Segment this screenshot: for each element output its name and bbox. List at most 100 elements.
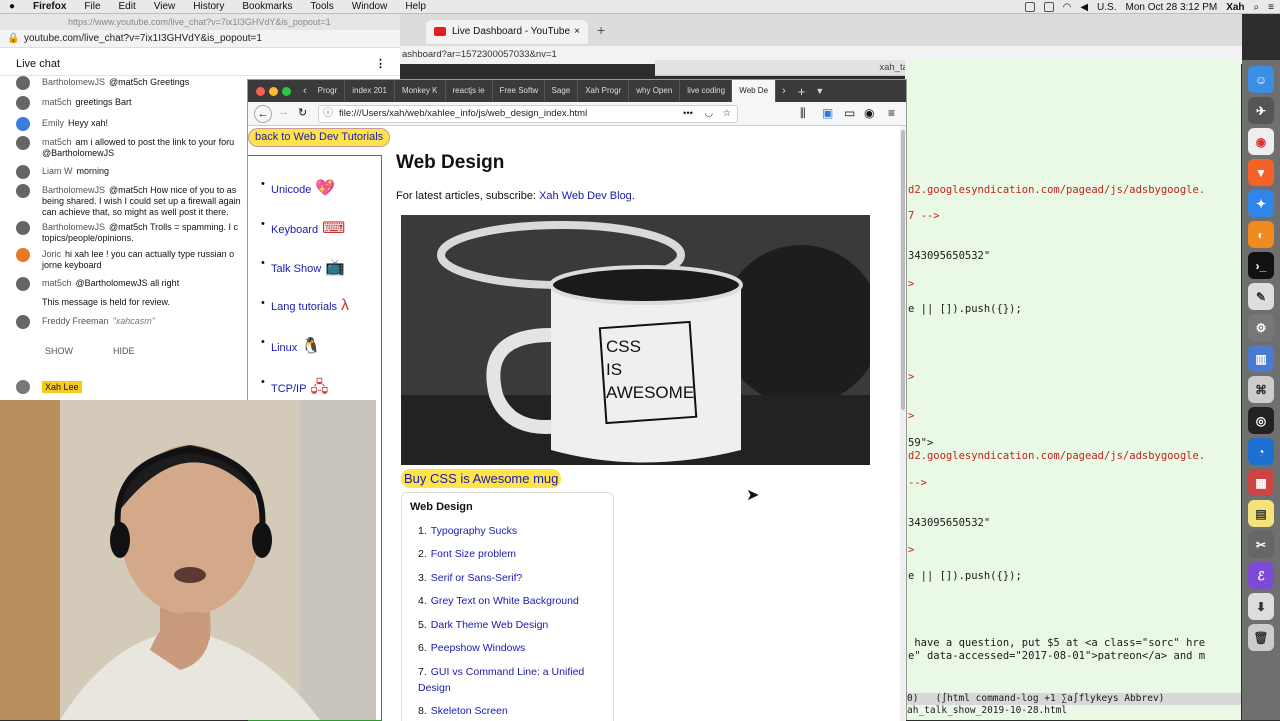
safari-icon[interactable]: ✦ bbox=[1248, 190, 1274, 217]
chat-author[interactable]: BartholomewJS bbox=[42, 185, 105, 195]
menu-view[interactable]: View bbox=[145, 1, 185, 12]
browser-tab[interactable]: live coding bbox=[680, 80, 733, 102]
chat-author[interactable]: mat5ch bbox=[42, 137, 72, 147]
apple-menu-icon[interactable]: ● bbox=[0, 1, 24, 12]
scrollbar-thumb[interactable] bbox=[901, 130, 905, 410]
toc-item[interactable]: 2. Font Size problem bbox=[418, 546, 598, 562]
textedit-icon[interactable]: ✎ bbox=[1248, 283, 1274, 310]
brave-icon[interactable]: ▼ bbox=[1248, 159, 1274, 186]
info-icon[interactable]: ⓘ bbox=[323, 106, 333, 122]
system-preferences-icon[interactable]: ⚙ bbox=[1248, 314, 1274, 341]
nav-item[interactable]: Unicode💖 bbox=[261, 178, 335, 198]
hide-button[interactable]: HIDE bbox=[108, 342, 140, 360]
menu-tools[interactable]: Tools bbox=[301, 1, 342, 12]
account-icon[interactable]: ◉ bbox=[864, 106, 874, 120]
menu-bookmarks[interactable]: Bookmarks bbox=[233, 1, 301, 12]
toc-item[interactable]: 1. Typography Sucks bbox=[418, 523, 598, 539]
terminal-icon[interactable]: ›_ bbox=[1248, 252, 1274, 279]
new-tab-icon[interactable]: + bbox=[792, 84, 812, 99]
browser-tab[interactable]: Progr bbox=[311, 80, 346, 102]
browser-tab[interactable]: Xah Progr bbox=[578, 80, 630, 102]
toc-item[interactable]: 7. GUI vs Command Line: a Unified Design bbox=[418, 664, 598, 696]
activity-monitor-icon[interactable]: ▥ bbox=[1248, 345, 1274, 372]
browser-tab[interactable]: reactjs ie bbox=[446, 80, 493, 102]
user-name[interactable]: Xah bbox=[1226, 2, 1244, 13]
emacs-editor[interactable]: d2.googlesyndication.com/pagead/js/adsby… bbox=[905, 60, 1241, 720]
show-button[interactable]: SHOW bbox=[40, 342, 78, 360]
window-icon[interactable] bbox=[1043, 2, 1054, 12]
obs-icon[interactable]: ◎ bbox=[1248, 407, 1274, 434]
back-icon[interactable]: ← bbox=[254, 105, 272, 123]
volume-icon[interactable]: ◀ bbox=[1080, 2, 1088, 13]
menu-firefox[interactable]: Firefox bbox=[24, 1, 75, 12]
tab-live-dashboard[interactable]: Live Dashboard - YouTube × bbox=[426, 20, 588, 44]
close-icon[interactable]: × bbox=[574, 20, 580, 44]
nav-item[interactable]: Talk Show📺 bbox=[261, 257, 345, 277]
chat-author[interactable]: Emily bbox=[42, 118, 64, 128]
wifi-icon[interactable]: ◠ bbox=[1063, 2, 1072, 13]
input-source[interactable]: U.S. bbox=[1097, 2, 1116, 13]
toc-link[interactable]: Dark Theme Web Design bbox=[431, 619, 549, 631]
firefox-url-bar[interactable]: ⓘ file:///Users/xah/web/xahlee_info/js/w… bbox=[318, 105, 738, 123]
toc-link[interactable]: Serif or Sans-Serif? bbox=[431, 572, 523, 584]
screen-record-icon[interactable] bbox=[1024, 2, 1035, 12]
chat-author[interactable]: BartholomewJS bbox=[42, 222, 105, 232]
browser-tab[interactable]: Monkey K bbox=[395, 80, 446, 102]
chat-author[interactable]: mat5ch bbox=[42, 97, 72, 107]
more-options-icon[interactable]: ⋮ bbox=[375, 52, 386, 76]
chat-author[interactable]: Liam W bbox=[42, 166, 73, 176]
blog-link[interactable]: Xah Web Dev Blog bbox=[539, 190, 632, 202]
firefox-icon[interactable]: ◐ bbox=[1248, 221, 1274, 248]
keyboard-viewer-icon[interactable]: ⌘ bbox=[1248, 376, 1274, 403]
toc-link[interactable]: Skeleton Screen bbox=[431, 705, 508, 717]
browser-tab[interactable]: Web De bbox=[732, 80, 777, 102]
scroll-tabs-left-icon[interactable]: ‹ bbox=[299, 85, 311, 97]
menu-help[interactable]: Help bbox=[396, 1, 435, 12]
nav-item[interactable]: Linux🐧 bbox=[261, 336, 321, 356]
youtube-address-bar[interactable]: 🔒 youtube.com/live_chat?v=7ix1I3GHVdY&is… bbox=[0, 30, 400, 48]
new-tab-icon[interactable]: + bbox=[597, 22, 605, 38]
toc-link[interactable]: Typography Sucks bbox=[431, 525, 517, 537]
toc-item[interactable]: 8. Skeleton Screen bbox=[418, 703, 598, 719]
traffic-lights[interactable] bbox=[248, 86, 299, 96]
trash-icon[interactable]: 🗑 bbox=[1248, 624, 1274, 651]
back-to-tutorials-link[interactable]: back to Web Dev Tutorials bbox=[248, 128, 391, 147]
toc-link[interactable]: Grey Text on White Background bbox=[431, 595, 579, 607]
hamburger-menu-icon[interactable]: ≡ bbox=[888, 106, 895, 120]
launchpad-icon[interactable]: ✈ bbox=[1248, 97, 1274, 124]
browser-tab[interactable]: why Open bbox=[629, 80, 681, 102]
scroll-tabs-right-icon[interactable]: › bbox=[776, 85, 792, 97]
toc-item[interactable]: 4. Grey Text on White Background bbox=[418, 593, 598, 609]
menu-list-icon[interactable]: ≡ bbox=[1268, 2, 1274, 13]
chat-author[interactable]: mat5ch bbox=[42, 278, 72, 288]
edge-icon[interactable]: ◔ bbox=[1248, 438, 1274, 465]
browser-tab[interactable]: Free Softw bbox=[493, 80, 545, 102]
menu-history[interactable]: History bbox=[184, 1, 233, 12]
chrome-icon[interactable]: ◉ bbox=[1248, 128, 1274, 155]
bookmark-star-icon[interactable]: ☆ bbox=[722, 106, 731, 122]
nav-item[interactable]: Lang tutorialsλ bbox=[261, 297, 349, 315]
forward-icon[interactable]: → bbox=[278, 106, 289, 118]
finder-icon[interactable]: ☺ bbox=[1248, 66, 1274, 93]
chat-author[interactable]: BartholomewJS bbox=[42, 77, 105, 87]
photo-booth-icon[interactable]: ▦ bbox=[1248, 469, 1274, 496]
menu-file[interactable]: File bbox=[75, 1, 109, 12]
toc-link[interactable]: GUI vs Command Line: a Unified Design bbox=[418, 666, 584, 694]
nav-item[interactable]: TCP/IP🖧 bbox=[261, 376, 328, 403]
close-window-icon[interactable] bbox=[256, 86, 265, 96]
browser-tab[interactable]: Sage bbox=[545, 80, 579, 102]
notes-icon[interactable]: ▤ bbox=[1248, 500, 1274, 527]
nav-item[interactable]: Keyboard⌨ bbox=[261, 218, 345, 238]
toc-item[interactable]: 5. Dark Theme Web Design bbox=[418, 617, 598, 633]
menu-window[interactable]: Window bbox=[343, 1, 397, 12]
toc-item[interactable]: 6. Peepshow Windows bbox=[418, 640, 598, 656]
minimize-window-icon[interactable] bbox=[269, 86, 278, 96]
screenshot-icon[interactable]: ✂ bbox=[1248, 531, 1274, 558]
clock[interactable]: Mon Oct 28 3:12 PM bbox=[1125, 2, 1217, 13]
library-icon[interactable]: ⫼ bbox=[800, 106, 806, 121]
reload-icon[interactable]: ↻ bbox=[298, 106, 307, 119]
zoom-window-icon[interactable] bbox=[282, 86, 291, 96]
search-icon[interactable]: ⌕ bbox=[1254, 2, 1260, 13]
sidebar-icon[interactable]: ▭ bbox=[844, 106, 855, 120]
list-tabs-icon[interactable]: ▼ bbox=[811, 86, 828, 96]
